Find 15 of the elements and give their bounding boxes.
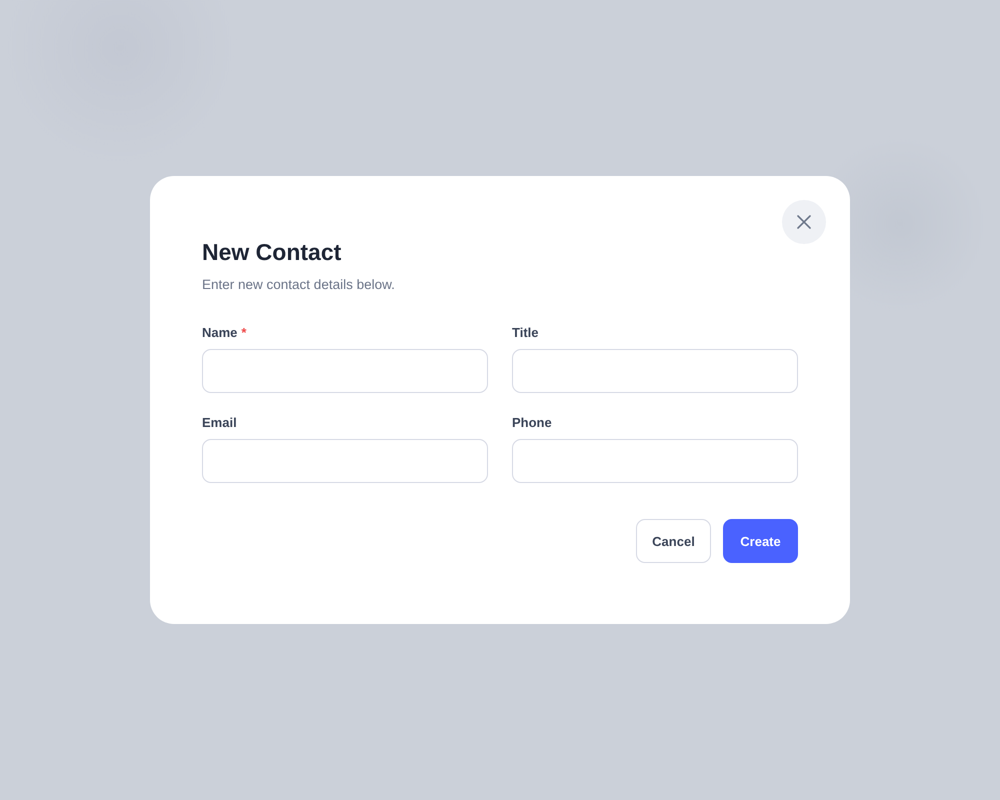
- text-input-field[interactable]: [202, 349, 488, 393]
- close-button[interactable]: [782, 200, 826, 244]
- cancel-button[interactable]: Cancel: [636, 519, 711, 563]
- dialog-subtitle: Enter new contact details below.: [202, 276, 396, 294]
- text-input-field[interactable]: [512, 439, 798, 483]
- text-input-field[interactable]: [512, 349, 798, 393]
- dialog-title: New Contact: [202, 238, 342, 266]
- required-asterisk: *: [241, 324, 246, 342]
- close-icon: [797, 215, 811, 229]
- field-label: Email: [202, 414, 237, 432]
- text-input-field[interactable]: [202, 439, 488, 483]
- field-label: Phone: [512, 414, 552, 432]
- field-label: Title: [512, 324, 538, 342]
- create-button[interactable]: Create: [723, 519, 798, 563]
- field-label: Name: [202, 324, 238, 342]
